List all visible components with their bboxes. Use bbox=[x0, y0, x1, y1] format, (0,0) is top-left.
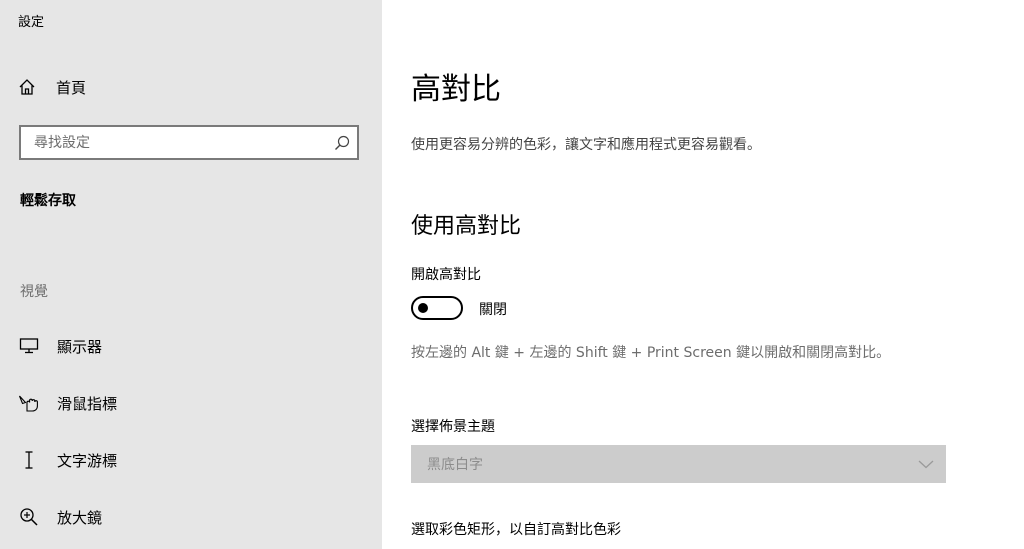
sidebar-item-label: 顯示器 bbox=[57, 337, 103, 356]
high-contrast-toggle[interactable] bbox=[411, 296, 463, 320]
sidebar-item-mouse-pointer[interactable]: 滑鼠指標 bbox=[18, 389, 117, 417]
chevron-down-icon bbox=[918, 460, 934, 469]
sidebar-item-magnifier[interactable]: 放大鏡 bbox=[18, 503, 102, 531]
theme-select-label: 選擇佈景主題 bbox=[411, 419, 495, 435]
search-box[interactable] bbox=[19, 125, 359, 160]
toggle-knob bbox=[418, 303, 428, 313]
home-icon bbox=[19, 79, 35, 95]
sidebar-item-label: 文字游標 bbox=[57, 451, 118, 470]
app-title: 設定 bbox=[18, 15, 45, 30]
search-input[interactable] bbox=[21, 127, 327, 158]
sidebar-item-label: 滑鼠指標 bbox=[57, 394, 118, 413]
home-nav-item[interactable]: 首頁 bbox=[18, 74, 86, 100]
magnifier-icon bbox=[18, 506, 40, 528]
sidebar-item-text-cursor[interactable]: 文字游標 bbox=[18, 446, 117, 474]
shortcut-hint: 按左邊的 Alt 鍵 + 左邊的 Shift 鍵 + Print Screen … bbox=[411, 345, 891, 361]
main-panel: 高對比 使用更容易分辨的色彩，讓文字和應用程式更容易觀看。 使用高對比 開啟高對… bbox=[382, 0, 1024, 549]
theme-select-value: 黑底白字 bbox=[427, 457, 483, 473]
text-cursor-icon bbox=[18, 449, 40, 471]
home-label: 首頁 bbox=[56, 78, 87, 97]
custom-color-label: 選取彩色矩形，以自訂高對比色彩 bbox=[411, 522, 621, 538]
mouse-pointer-icon bbox=[18, 392, 40, 414]
monitor-icon bbox=[18, 335, 40, 357]
search-icon[interactable] bbox=[327, 135, 357, 151]
sidebar: 設定 首頁 輕鬆存取 視覺 顯示器 bbox=[0, 0, 382, 549]
sidebar-item-label: 放大鏡 bbox=[57, 508, 103, 527]
page-title: 高對比 bbox=[411, 72, 501, 107]
page-description: 使用更容易分辨的色彩，讓文字和應用程式更容易觀看。 bbox=[411, 137, 761, 153]
section-title: 輕鬆存取 bbox=[20, 193, 76, 209]
section-heading: 使用高對比 bbox=[411, 214, 522, 239]
theme-select[interactable]: 黑底白字 bbox=[411, 445, 946, 483]
group-label-vision: 視覺 bbox=[20, 284, 48, 300]
high-contrast-toggle-label: 開啟高對比 bbox=[411, 267, 481, 283]
sidebar-item-display[interactable]: 顯示器 bbox=[18, 332, 102, 360]
toggle-state-text: 關閉 bbox=[479, 302, 507, 318]
